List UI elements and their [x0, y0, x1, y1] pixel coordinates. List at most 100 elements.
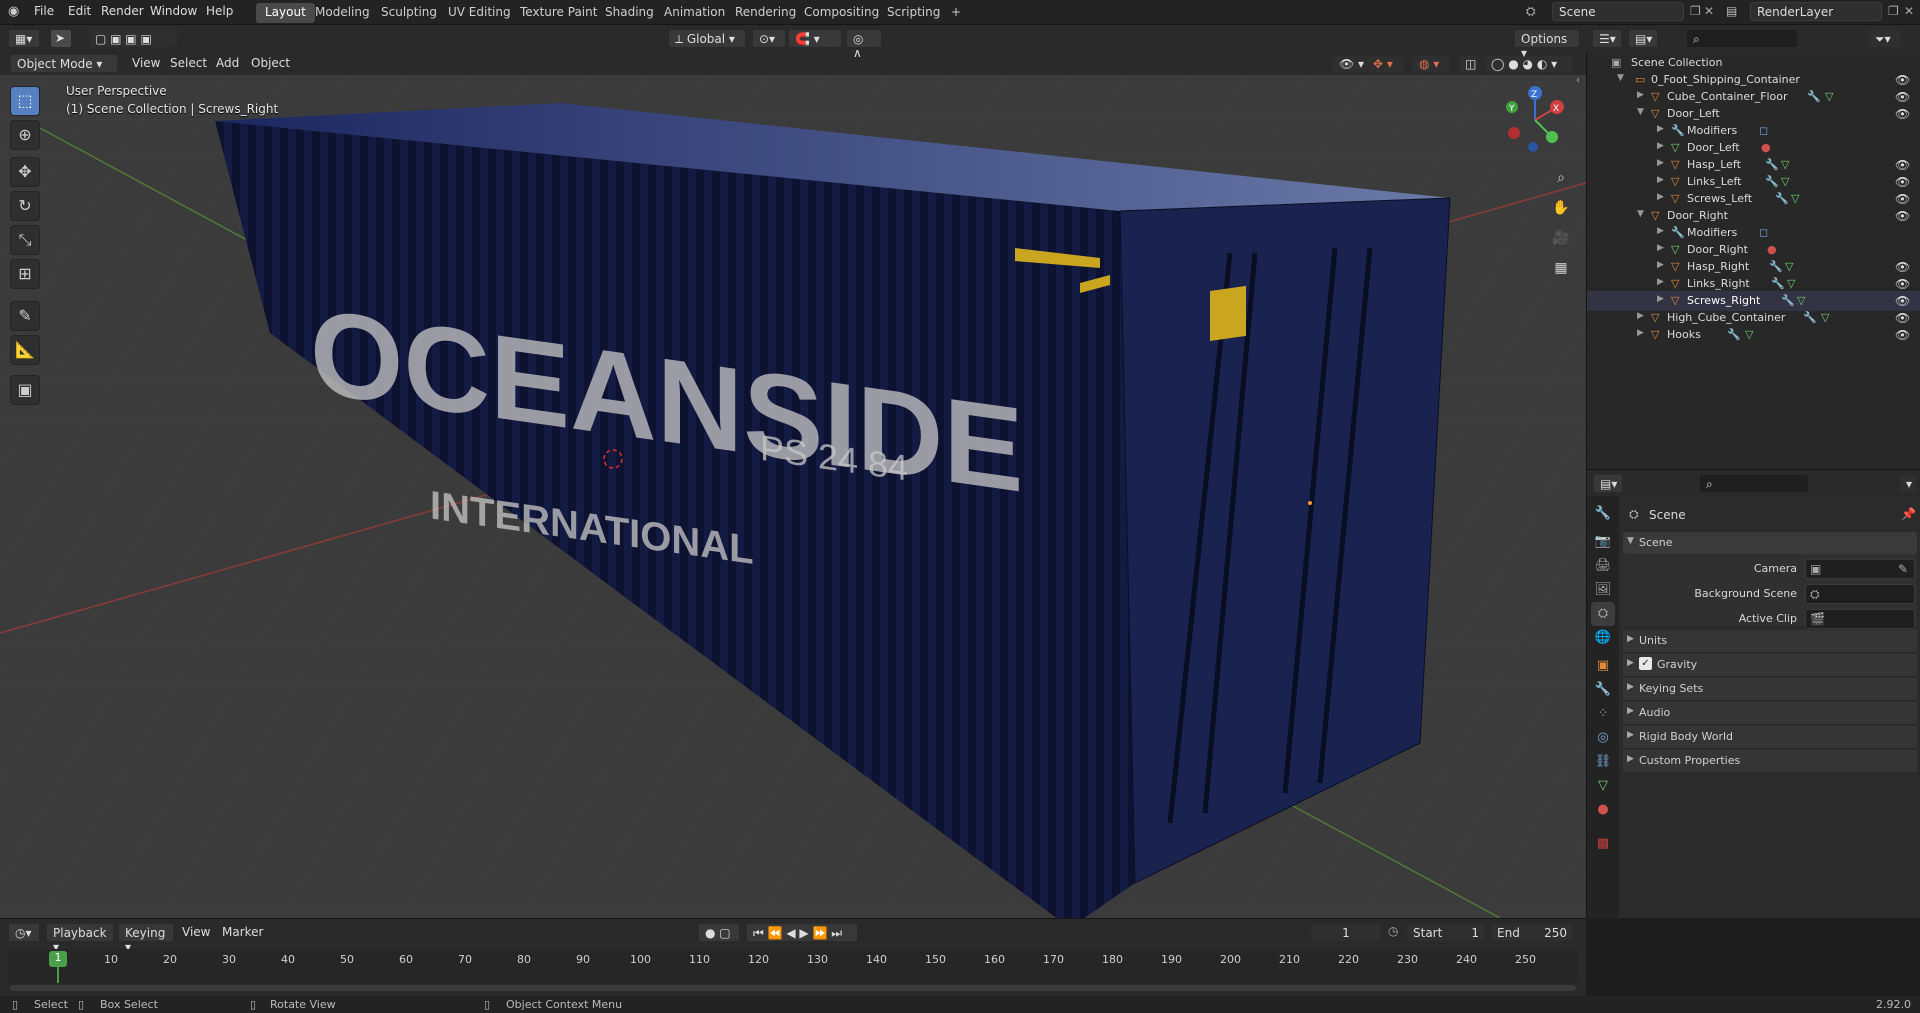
eye-icon[interactable]: 👁 [1895, 192, 1910, 206]
add-workspace-button[interactable]: + [942, 3, 970, 23]
camera-field[interactable]: ▣ ✎ [1805, 559, 1915, 579]
rigid-body-world-panel-header[interactable]: ▶ Rigid Body World [1623, 726, 1917, 748]
measure-tool[interactable]: 📐 [10, 335, 40, 365]
display-mode-icon[interactable]: ▤▾ [1628, 29, 1658, 48]
view-layer-tab-icon[interactable]: 🖼 [1591, 578, 1615, 602]
timeline-editor-type-icon[interactable]: ◷▾ [8, 923, 40, 942]
scene-panel-header[interactable]: ▼ Scene [1623, 532, 1917, 554]
add-cube-tool[interactable]: ▣ [10, 375, 40, 405]
scene-tab-icon[interactable]: ⛭ [1591, 602, 1615, 626]
move-tool[interactable]: ✥ [10, 157, 40, 187]
viewport-menu-select[interactable]: Select [170, 56, 207, 70]
menu-render[interactable]: Render [101, 4, 144, 18]
tab-compositing[interactable]: Compositing [795, 3, 888, 23]
gizmo-toggle[interactable]: ✥ ▾ [1366, 54, 1404, 73]
zoom-icon[interactable]: ⌕ [1548, 165, 1574, 191]
gravity-panel-header[interactable]: ▶ ✓ Gravity [1623, 654, 1917, 676]
material-tab-icon[interactable]: ● [1591, 798, 1615, 822]
eye-icon[interactable]: 👁 [1895, 328, 1910, 342]
object-tab-icon[interactable]: ▣ [1591, 654, 1615, 678]
tool-tab-icon[interactable]: 🔧 [1591, 502, 1615, 526]
world-tab-icon[interactable]: 🌐 [1591, 626, 1615, 650]
menu-edit[interactable]: Edit [68, 4, 91, 18]
eye-icon[interactable]: 👁 [1895, 73, 1910, 87]
output-tab-icon[interactable]: 🖨 [1591, 554, 1615, 578]
keying-menu[interactable]: Keying ▾ [118, 923, 174, 954]
background-scene-field[interactable]: ⛭ [1805, 584, 1915, 604]
editor-type-icon[interactable]: ▦▾ [8, 29, 40, 48]
end-frame-field[interactable]: End 250 [1490, 923, 1574, 942]
eye-icon[interactable]: 👁 [1895, 294, 1910, 308]
active-clip-field[interactable]: 🎬 [1805, 609, 1915, 629]
keying-sets-panel-header[interactable]: ▶ Keying Sets [1623, 678, 1917, 700]
tab-rendering[interactable]: Rendering [726, 3, 805, 23]
sidebar-toggle-icon[interactable]: ‹ [1576, 75, 1580, 86]
snap-dropdown[interactable]: 🧲 ▾ [788, 29, 842, 48]
shading-modes[interactable]: ◯ ● ◕ ◐ ▾ [1484, 54, 1574, 73]
tab-uv-editing[interactable]: UV Editing [439, 3, 520, 23]
new-view-layer-icon[interactable]: ❐ [1888, 4, 1899, 18]
texture-tab-icon[interactable]: ▩ [1591, 832, 1615, 856]
scene-icon[interactable]: ⛭ [1526, 4, 1536, 19]
viewport-menu-object[interactable]: Object [251, 56, 290, 70]
modifier-tab-icon[interactable]: 🔧 [1591, 678, 1615, 702]
menu-help[interactable]: Help [206, 4, 233, 18]
tab-scripting[interactable]: Scripting [878, 3, 949, 23]
select-tool-icon[interactable]: ➤ [50, 29, 72, 48]
orientation-dropdown[interactable]: ⟂ Global ▾ [668, 29, 746, 48]
menu-window[interactable]: Window [150, 4, 197, 18]
viewport-menu-add[interactable]: Add [216, 56, 239, 70]
clock-icon[interactable]: ◷ [1388, 924, 1398, 938]
particles-tab-icon[interactable]: ⁘ [1591, 702, 1615, 726]
delete-view-layer-icon[interactable]: ✕ [1904, 4, 1914, 18]
scale-tool[interactable]: ⤡ [10, 225, 40, 255]
render-tab-icon[interactable]: 📷 [1591, 530, 1615, 554]
outliner-search-input[interactable]: ⌕ [1686, 29, 1798, 48]
gravity-checkbox[interactable]: ✓ [1639, 657, 1652, 670]
audio-panel-header[interactable]: ▶ Audio [1623, 702, 1917, 724]
blender-logo-icon[interactable]: ◉ [8, 4, 19, 19]
xray-toggle[interactable]: ◫ [1458, 54, 1478, 73]
eye-icon[interactable]: 👁 [1895, 158, 1910, 172]
pin-icon[interactable]: 📌 [1901, 507, 1916, 521]
eye-icon[interactable]: 👁 [1895, 260, 1910, 274]
eye-icon[interactable]: 👁 [1895, 311, 1910, 325]
outliner-editor-type-icon[interactable]: ☰▾ [1592, 29, 1622, 48]
menu-file[interactable]: File [34, 4, 54, 18]
navigation-gizmo[interactable]: Z X Y [1500, 85, 1570, 155]
pan-hand-icon[interactable]: ✋ [1548, 195, 1574, 221]
playback-menu[interactable]: Playback ▾ [46, 923, 114, 954]
options-dropdown[interactable]: Options ▾ [1514, 29, 1580, 60]
outliner-row[interactable]: ▶ ▽ Hooks 🔧 ▽ 👁 [1587, 325, 1920, 345]
tab-sculpting[interactable]: Sculpting [372, 3, 446, 23]
object-mode-dropdown[interactable]: Object Mode ▾ [10, 54, 118, 73]
eye-icon[interactable]: 👁 [1895, 107, 1910, 121]
properties-search-input[interactable]: ⌕ [1699, 474, 1809, 493]
record-button[interactable]: ● ▢ [698, 923, 740, 942]
tab-shading[interactable]: Shading [596, 3, 663, 23]
units-panel-header[interactable]: ▶ Units [1623, 630, 1917, 652]
ortho-grid-icon[interactable]: ▦ [1548, 255, 1574, 281]
custom-properties-panel-header[interactable]: ▶ Custom Properties [1623, 750, 1917, 772]
3d-viewport[interactable]: OCEANSIDE INTERNATIONAL PS 24 84 User Pe… [0, 53, 1586, 918]
pivot-dropdown[interactable]: ⊙▾ [752, 29, 786, 48]
select-box-tool[interactable]: ⬚ [10, 86, 40, 116]
playback-controls[interactable]: ⏮ ⏪ ◀ ▶ ⏩ ⏭ [746, 923, 858, 942]
overlays-toggle[interactable]: ◍ ▾ [1412, 54, 1450, 73]
eye-icon[interactable]: 👁 [1895, 175, 1910, 189]
selection-mode-icons[interactable]: ▢ ▣ ▣ ▣ [88, 29, 178, 48]
playhead[interactable]: 1 [49, 951, 67, 967]
tab-modeling[interactable]: Modeling [306, 3, 379, 23]
constraints-tab-icon[interactable]: ⛓ [1591, 750, 1615, 774]
eye-icon[interactable]: 👁 [1895, 209, 1910, 223]
view-layer-selector[interactable]: RenderLayer [1750, 2, 1882, 21]
cursor-tool[interactable]: ⊕ [10, 120, 40, 150]
transform-tool[interactable]: ⊞ [10, 259, 40, 289]
current-frame-field[interactable]: 1 [1310, 923, 1382, 942]
eye-icon[interactable]: 👁 [1895, 90, 1910, 104]
camera-view-icon[interactable]: 🎥 [1548, 225, 1574, 251]
timeline-scrollbar[interactable] [10, 985, 1576, 991]
filter-icon[interactable]: ⏷▾ [1868, 29, 1902, 48]
rotate-tool[interactable]: ↻ [10, 191, 40, 221]
tab-texture-paint[interactable]: Texture Paint [511, 3, 606, 23]
